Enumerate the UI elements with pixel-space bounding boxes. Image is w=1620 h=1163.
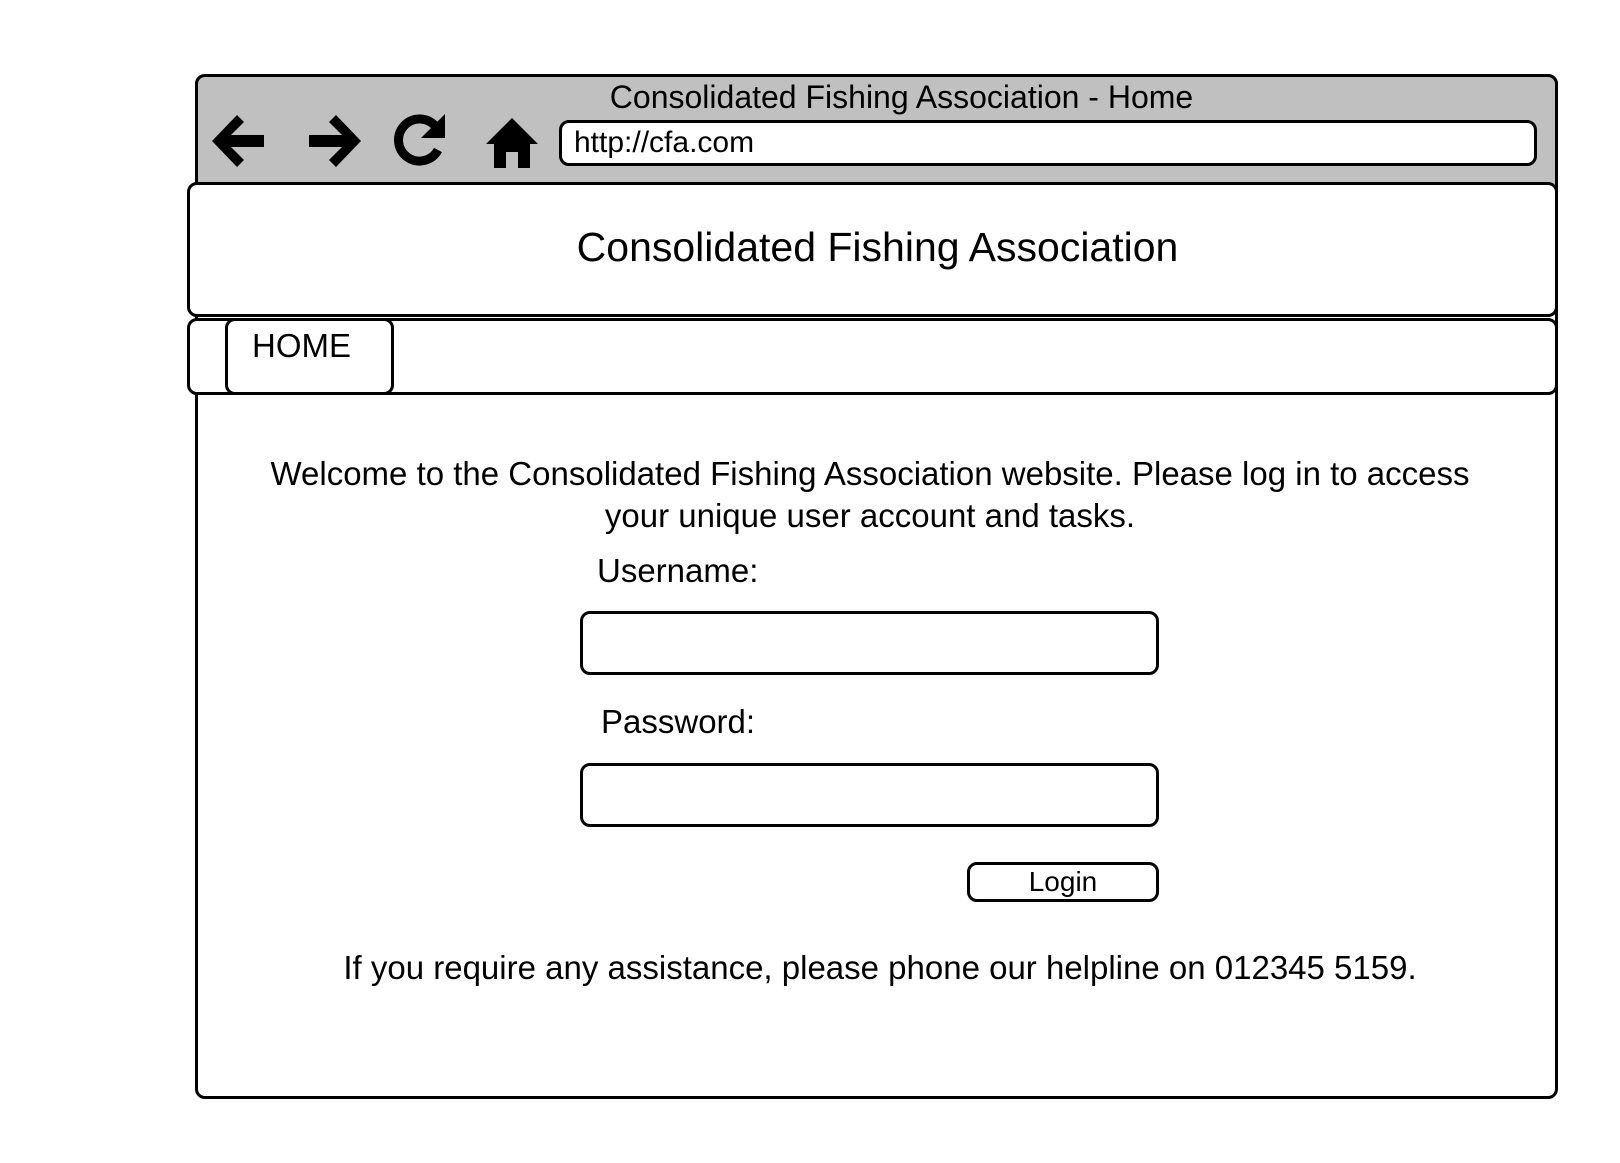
forward-arrow-icon[interactable] <box>303 110 365 172</box>
helpline-text: If you require any assistance, please ph… <box>343 949 1417 986</box>
username-input[interactable] <box>580 611 1159 675</box>
site-header: Consolidated Fishing Association <box>187 182 1558 317</box>
password-input[interactable] <box>580 763 1159 827</box>
welcome-message: Welcome to the Consolidated Fishing Asso… <box>270 455 1470 534</box>
reload-icon[interactable] <box>390 110 452 172</box>
back-arrow-icon[interactable] <box>208 110 270 172</box>
login-button[interactable]: Login <box>967 862 1159 902</box>
home-icon[interactable] <box>482 110 544 172</box>
username-label: Username: <box>597 552 759 589</box>
site-title: Consolidated Fishing Association <box>576 224 1179 270</box>
password-label: Password: <box>601 703 756 740</box>
url-bar[interactable] <box>559 120 1537 166</box>
tab-home[interactable]: HOME <box>225 318 394 395</box>
